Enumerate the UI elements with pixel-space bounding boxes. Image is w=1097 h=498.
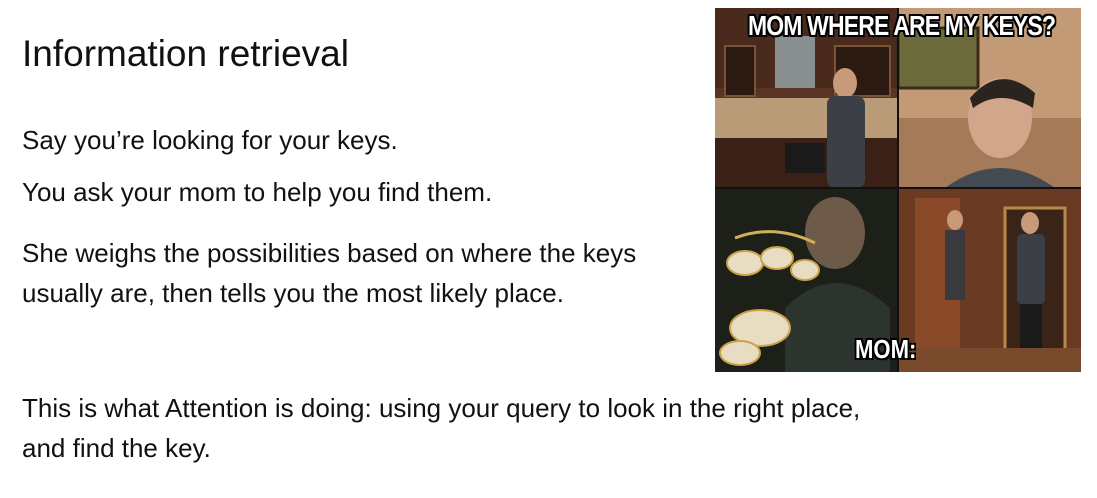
paragraph-ask-mom: You ask your mom to help you find them.: [22, 177, 493, 207]
paragraph-keys: Say you’re looking for your keys.: [22, 125, 398, 155]
paragraph-attention: This is what Attention is doing: using y…: [22, 393, 861, 463]
meme-collage: [715, 8, 1081, 372]
paragraph-weighs: She weighs the possibilities based on wh…: [22, 238, 637, 308]
meme-image: MOM WHERE ARE MY KEYS? MOM:: [715, 8, 1081, 372]
slide-title: Information retrieval: [22, 33, 349, 74]
meme-mom-label: MOM:: [855, 334, 917, 364]
meme-top-caption: MOM WHERE ARE MY KEYS?: [747, 10, 1056, 41]
panel-mom: [898, 188, 1081, 372]
